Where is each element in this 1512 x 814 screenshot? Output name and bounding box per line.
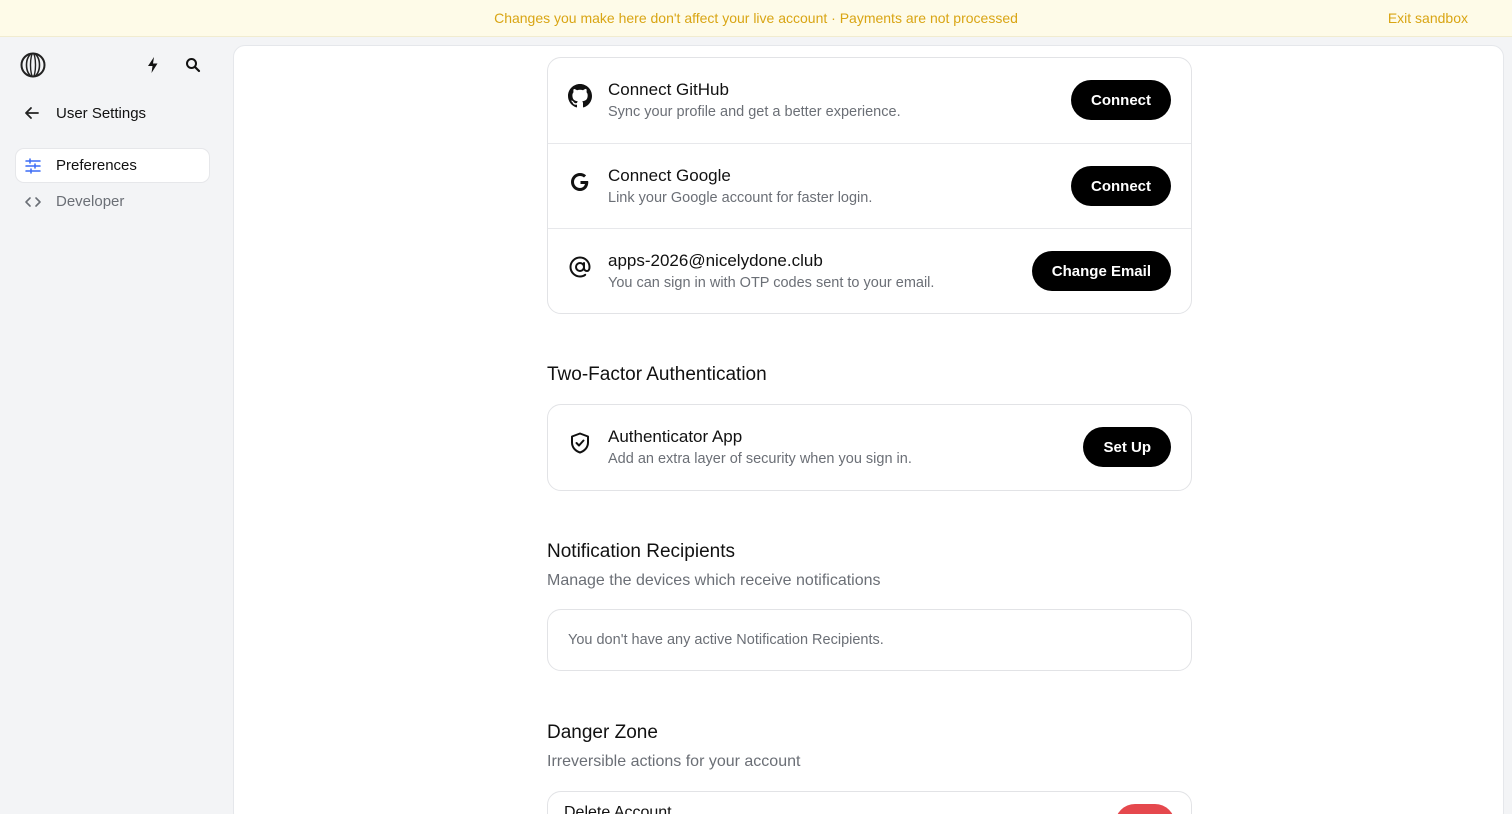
google-icon	[571, 173, 589, 191]
authenticator-subtitle: Add an extra layer of security when you …	[608, 451, 912, 467]
danger-zone-card: Delete Account	[547, 791, 1192, 814]
at-sign-icon	[569, 256, 591, 278]
sandbox-banner: Changes you make here don't affect your …	[0, 0, 1512, 37]
sandbox-banner-message: Changes you make here don't affect your …	[494, 10, 1018, 26]
github-subtitle: Sync your profile and get a better exper…	[608, 104, 901, 120]
github-icon	[568, 84, 592, 108]
bolt-icon[interactable]	[144, 56, 162, 74]
danger-zone-heading: Danger Zone	[547, 722, 658, 743]
authenticator-app-row: Authenticator App Add an extra layer of …	[548, 405, 1191, 490]
connect-google-button[interactable]: Connect	[1071, 166, 1171, 206]
email-address: apps-2026@nicelydone.club	[608, 251, 823, 270]
authenticator-title: Authenticator App	[608, 427, 743, 446]
sidebar-item-label: Developer	[56, 193, 125, 210]
email-subtitle: You can sign in with OTP codes sent to y…	[608, 275, 935, 291]
sidebar: User Settings Preferences Developer	[0, 37, 234, 814]
arrow-left-icon	[25, 107, 39, 119]
google-connection-row: Connect Google Link your Google account …	[548, 143, 1191, 228]
connections-card: Connect GitHub Sync your profile and get…	[547, 57, 1192, 314]
sliders-icon	[25, 157, 41, 174]
github-title: Connect GitHub	[608, 80, 729, 99]
delete-account-title: Delete Account	[564, 804, 672, 814]
back-to-user-settings[interactable]: User Settings	[22, 100, 146, 126]
sidebar-item-developer[interactable]: Developer	[16, 185, 209, 218]
exit-sandbox-link[interactable]: Exit sandbox	[1388, 10, 1468, 26]
connect-github-button[interactable]: Connect	[1071, 80, 1171, 120]
set-up-button[interactable]: Set Up	[1083, 427, 1171, 467]
sidebar-item-preferences[interactable]: Preferences	[16, 149, 209, 182]
user-settings-label: User Settings	[56, 104, 147, 122]
email-row: apps-2026@nicelydone.club You can sign i…	[548, 228, 1191, 313]
change-email-button[interactable]: Change Email	[1031, 251, 1171, 291]
two-factor-card: Authenticator App Add an extra layer of …	[547, 404, 1192, 491]
google-subtitle: Link your Google account for faster logi…	[608, 190, 873, 206]
notification-recipients-heading: Notification Recipients	[547, 541, 735, 562]
shield-check-icon	[571, 432, 589, 454]
logo-icon[interactable]	[20, 52, 46, 78]
notification-recipients-subtitle: Manage the devices which receive notific…	[547, 572, 881, 589]
google-title: Connect Google	[608, 166, 731, 185]
search-icon[interactable]	[184, 56, 202, 74]
two-factor-heading: Two-Factor Authentication	[547, 364, 767, 385]
code-icon	[25, 196, 41, 207]
notification-recipients-empty-state: You don't have any active Notification R…	[547, 609, 1192, 671]
danger-zone-subtitle: Irreversible actions for your account	[547, 753, 801, 770]
empty-state-text: You don't have any active Notification R…	[568, 632, 884, 648]
sidebar-item-label: Preferences	[56, 157, 137, 174]
main-panel: Connect GitHub Sync your profile and get…	[233, 45, 1504, 814]
delete-account-button[interactable]	[1115, 804, 1175, 814]
github-connection-row: Connect GitHub Sync your profile and get…	[548, 58, 1191, 143]
